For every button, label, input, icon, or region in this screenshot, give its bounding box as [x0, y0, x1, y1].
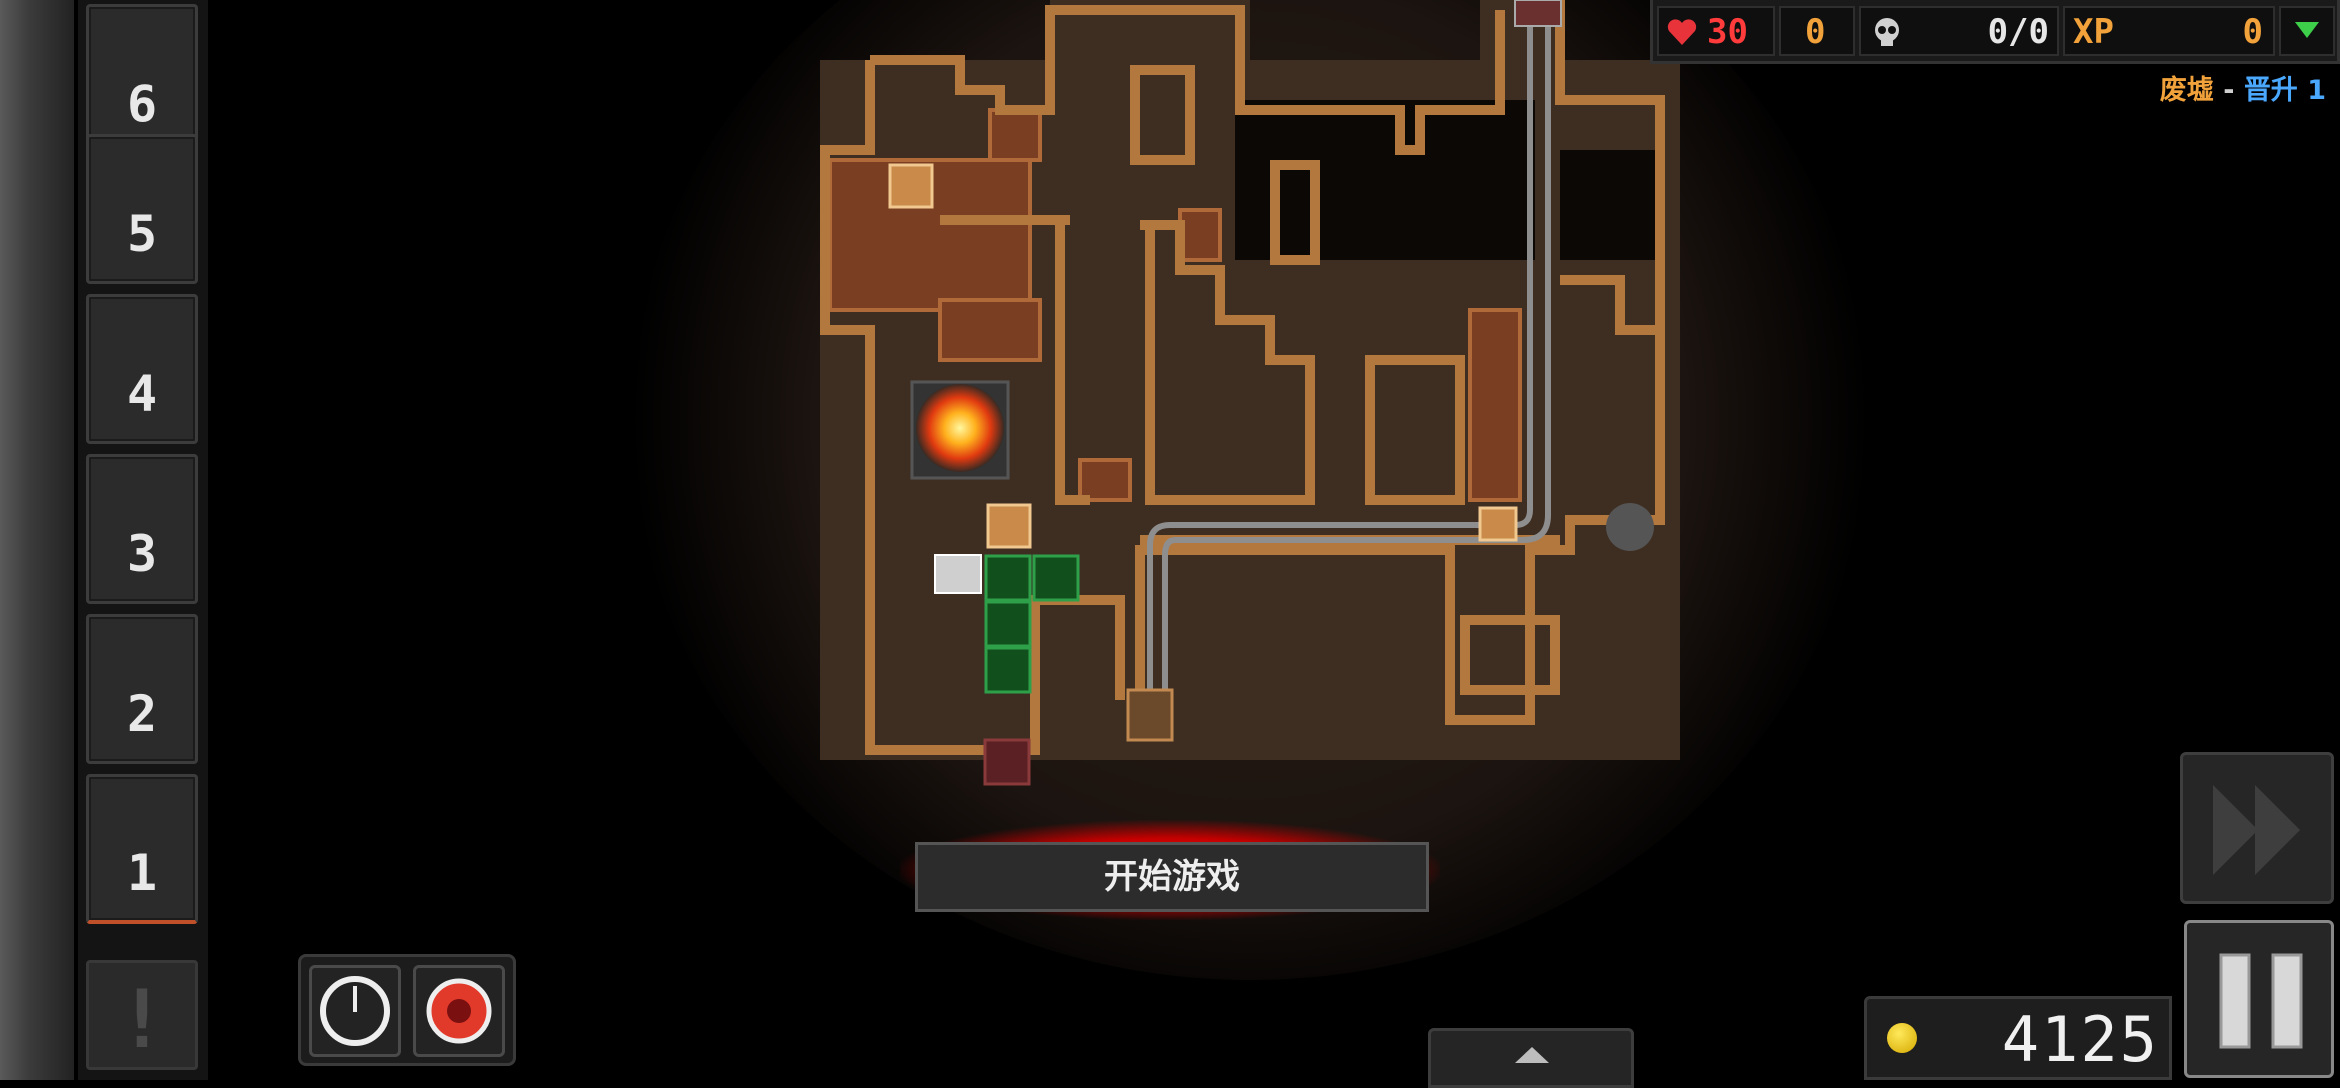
exit-gate — [983, 738, 1031, 786]
fast-forward-button[interactable] — [2180, 752, 2334, 904]
xp-value: 0 — [2242, 12, 2263, 52]
pause-icon — [2219, 953, 2303, 1049]
level-ascension: 晋升 1 — [2243, 75, 2326, 106]
triangle-down-icon — [2295, 22, 2319, 38]
wave-label: 5 — [126, 205, 158, 263]
wave-label: 3 — [126, 525, 158, 583]
alert-button[interactable]: ! — [86, 960, 198, 1070]
xp-toggle-button[interactable] — [2279, 6, 2335, 56]
key-item — [934, 554, 982, 594]
chevron-up-icon — [1515, 1047, 1549, 1063]
wave-label: 2 — [126, 685, 158, 743]
boulder — [1606, 503, 1654, 551]
wave-button-2[interactable]: 2 — [86, 614, 198, 764]
level-name: 废墟 — [2159, 75, 2214, 106]
kills-value: 0/0 — [1987, 12, 2049, 52]
pause-button[interactable] — [2184, 920, 2334, 1078]
fast-forward-icon — [2213, 785, 2300, 875]
alert-icon: ! — [117, 973, 167, 1066]
screen-edge — [0, 0, 74, 1080]
gold-bonus-value: 0 — [1805, 12, 1826, 52]
level-separator: - — [2223, 75, 2235, 106]
bomb-ability-button[interactable] — [413, 965, 505, 1057]
wave-button-4[interactable]: 4 — [86, 294, 198, 444]
heart-icon — [1667, 19, 1697, 45]
wave-button-3[interactable]: 3 — [86, 454, 198, 604]
start-game-label: 开始游戏 — [1104, 857, 1240, 897]
minecart-top — [1514, 0, 1562, 27]
lives-value: 30 — [1707, 12, 1748, 52]
wave-label: 4 — [126, 365, 158, 423]
ability-tray — [298, 954, 516, 1066]
wave-button-1[interactable]: 1 — [86, 774, 198, 924]
explosion-icon — [916, 384, 1004, 472]
wave-button-6[interactable]: 6 — [86, 4, 198, 154]
wave-label: 6 — [126, 75, 158, 133]
kills-cell: 0/0 — [1859, 6, 2059, 56]
gold-panel: 4125 — [1864, 996, 2172, 1080]
xp-cell: XP 0 — [2063, 6, 2275, 56]
drawer-toggle-button[interactable] — [1428, 1028, 1634, 1088]
gold-value: 4125 — [2001, 1003, 2159, 1076]
gold-bonus-cell: 0 — [1779, 6, 1855, 56]
start-game-button[interactable]: 开始游戏 — [915, 842, 1429, 912]
xp-label: XP — [2073, 12, 2114, 52]
wave-label: 1 — [126, 844, 158, 902]
top-hud: 30 0 0/0 XP 0 — [1650, 0, 2340, 64]
bomb-icon — [426, 978, 492, 1044]
coin-icon — [1887, 1023, 1917, 1053]
timer-icon — [320, 976, 390, 1046]
timer-ability-button[interactable] — [309, 965, 401, 1057]
lives-cell: 30 — [1657, 6, 1775, 56]
wave-button-5[interactable]: 5 — [86, 134, 198, 284]
skull-icon — [1875, 18, 1899, 46]
level-subtitle: 废墟 - 晋升 1 — [2160, 68, 2326, 107]
spawn-gate — [1126, 688, 1174, 742]
